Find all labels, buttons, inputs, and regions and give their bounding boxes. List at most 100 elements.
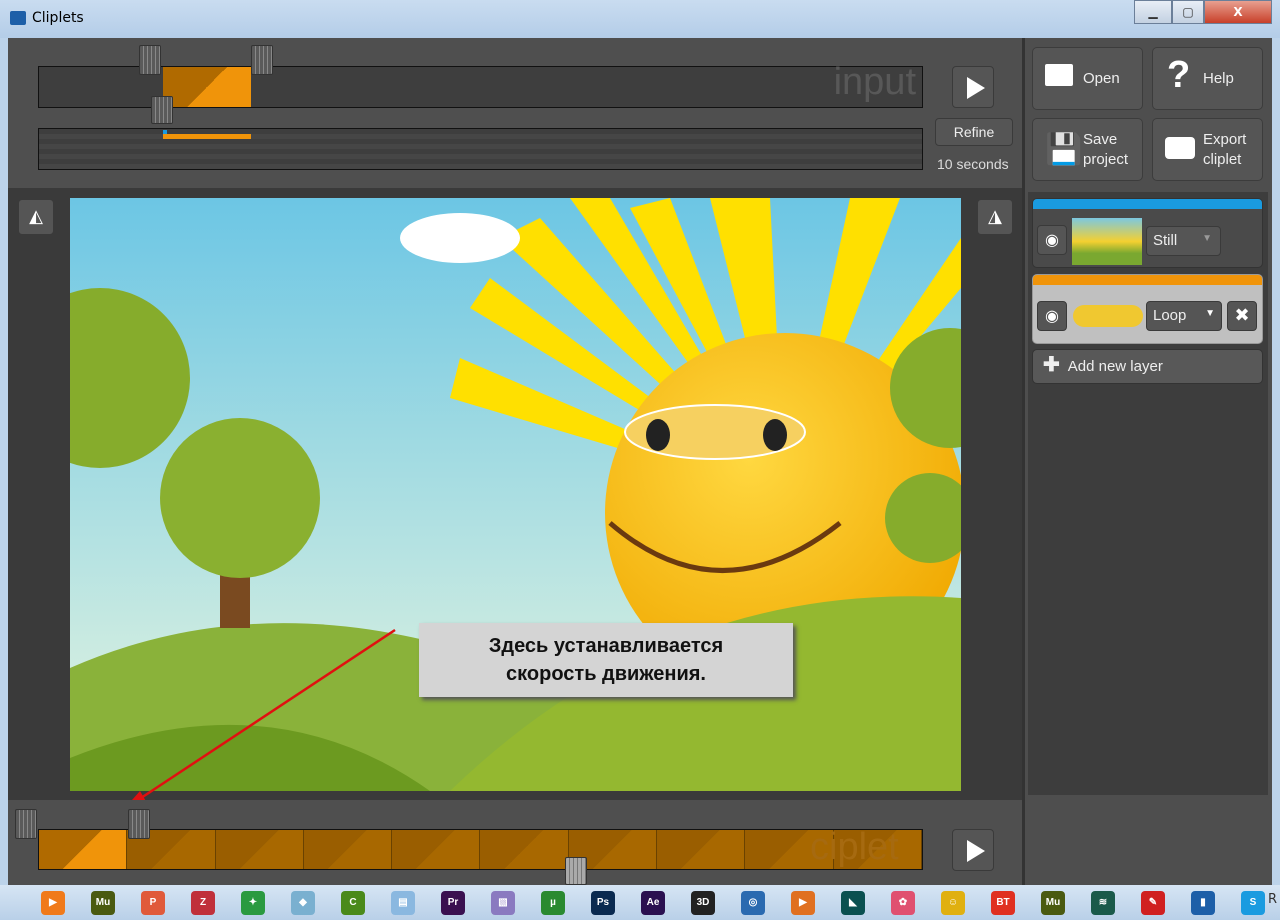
- taskbar-app-button[interactable]: Mu: [1028, 890, 1078, 915]
- save-project-button[interactable]: 💾 Save project: [1032, 118, 1143, 181]
- taskbar-app-button[interactable]: µ: [528, 890, 578, 915]
- taskbar-app-button[interactable]: ✿: [878, 890, 928, 915]
- camera-icon: [1165, 137, 1195, 159]
- layer-loop[interactable]: ◉ Loop ▼ ✖: [1032, 274, 1263, 344]
- taskbar-app-button[interactable]: ▶: [778, 890, 828, 915]
- input-selection[interactable]: [163, 67, 251, 107]
- cliplet-start-handle[interactable]: [15, 809, 37, 839]
- cliplet-play-button[interactable]: [952, 829, 994, 871]
- app-icon: C: [341, 890, 365, 915]
- minimize-button[interactable]: ▁: [1134, 0, 1172, 24]
- cliplet-frame-segment: [215, 830, 304, 869]
- callout-line-2: скорость движения.: [506, 663, 706, 685]
- taskbar-app-button[interactable]: ▧: [478, 890, 528, 915]
- layer-thumbnail: [1072, 218, 1142, 265]
- input-waveform: [38, 128, 923, 170]
- taskbar-app-button[interactable]: ☺: [928, 890, 978, 915]
- window-title: Cliplets: [32, 10, 84, 26]
- layer-thumbnail: [1073, 305, 1143, 327]
- open-label: Open: [1083, 70, 1120, 87]
- taskbar-app-button[interactable]: ◆: [278, 890, 328, 915]
- refine-button[interactable]: Refine: [935, 118, 1013, 146]
- app-icon: ▤: [391, 890, 415, 915]
- rotate-right-button[interactable]: ◮: [977, 199, 1013, 235]
- taskbar-app-button[interactable]: Ps: [578, 890, 628, 915]
- rotate-left-button[interactable]: ◭: [18, 199, 54, 235]
- close-button[interactable]: X: [1204, 0, 1272, 24]
- layer-mode-dropdown[interactable]: Loop ▼: [1146, 301, 1222, 331]
- visibility-toggle[interactable]: ◉: [1037, 225, 1067, 255]
- app-icon: Ps: [591, 890, 615, 915]
- layer-still[interactable]: ◉ Still ▼: [1032, 198, 1263, 268]
- app-icon: ▧: [491, 890, 515, 915]
- taskbar-app-button[interactable]: Ae: [628, 890, 678, 915]
- app-icon: BT: [991, 890, 1015, 915]
- add-new-layer-button[interactable]: ✚ Add new layer: [1032, 349, 1263, 384]
- duration-label: 10 seconds: [937, 156, 1009, 172]
- callout-line-1: Здесь устанавливается: [488, 635, 724, 657]
- taskbar-app-button[interactable]: Z: [178, 890, 228, 915]
- taskbar-app-button[interactable]: Mu: [78, 890, 128, 915]
- taskbar-app-button[interactable]: ▤: [378, 890, 428, 915]
- cliplet-frame-segment: [303, 830, 393, 869]
- folder-icon: [1045, 64, 1073, 86]
- cliplet-frame-segment: [657, 830, 746, 869]
- taskbar-app-button[interactable]: ▶: [28, 890, 78, 915]
- help-button[interactable]: ? Help: [1152, 47, 1263, 110]
- app-icon: ▮: [1191, 890, 1215, 915]
- chevron-down-icon: ▼: [1202, 233, 1212, 244]
- visibility-toggle[interactable]: ◉: [1037, 301, 1067, 331]
- app-icon: [10, 11, 26, 25]
- save-icon: 💾: [1045, 133, 1083, 166]
- layer-color-bar: [1033, 275, 1262, 285]
- layer-mode-dropdown[interactable]: Still ▼: [1146, 226, 1221, 256]
- input-end-handle[interactable]: [251, 45, 273, 75]
- plus-icon: ✚: [1043, 354, 1060, 376]
- app-icon: ◎: [741, 890, 765, 915]
- input-play-button[interactable]: [952, 66, 994, 108]
- delete-layer-button[interactable]: ✖: [1227, 301, 1257, 331]
- taskbar-app-button[interactable]: 3D: [678, 890, 728, 915]
- app-icon: Z: [191, 890, 215, 915]
- app-icon: ✦: [241, 890, 265, 915]
- selection-range: [163, 134, 251, 139]
- question-icon: ?: [1167, 54, 1191, 96]
- cliplet-timeline[interactable]: [38, 829, 923, 870]
- app-icon: ✎: [1141, 890, 1165, 915]
- app-icon: ✿: [891, 890, 915, 915]
- close-icon: ✖: [1234, 305, 1250, 326]
- chevron-down-icon: ▼: [1205, 308, 1215, 319]
- taskbar-app-button[interactable]: Pr: [428, 890, 478, 915]
- rotate-right-icon: ◮: [988, 206, 1002, 227]
- app-icon: Ae: [641, 890, 665, 915]
- input-position-handle[interactable]: [151, 96, 173, 124]
- cliplet-end-handle[interactable]: [128, 809, 150, 839]
- taskbar-app-button[interactable]: ▮: [1178, 890, 1228, 915]
- taskbar-app-button[interactable]: ◎: [728, 890, 778, 915]
- taskbar-app-button[interactable]: ✎: [1128, 890, 1178, 915]
- input-start-handle[interactable]: [139, 45, 161, 75]
- export-cliplet-button[interactable]: Export cliplet: [1152, 118, 1263, 181]
- taskbar-app-button[interactable]: C: [328, 890, 378, 915]
- taskbar-app-button[interactable]: BT: [978, 890, 1028, 915]
- taskbar-app-button[interactable]: ✦: [228, 890, 278, 915]
- cliplet-frame-segment: [39, 830, 128, 869]
- cliplet-frame-segment: [392, 830, 481, 869]
- taskbar-app-button[interactable]: ≋: [1078, 890, 1128, 915]
- app-icon: ☺: [941, 890, 965, 915]
- app-icon: ◆: [291, 890, 315, 915]
- panel-divider: [1022, 38, 1025, 885]
- taskbar-app-button[interactable]: ◣: [828, 890, 878, 915]
- title-bar: Cliplets ▁ ▢ X: [0, 0, 1280, 38]
- open-button[interactable]: Open: [1032, 47, 1143, 110]
- rotate-left-icon: ◭: [29, 206, 43, 227]
- export-label: Export cliplet: [1203, 131, 1247, 168]
- preview-image[interactable]: [70, 198, 961, 791]
- taskbar-app-button[interactable]: P: [128, 890, 178, 915]
- playhead-handle[interactable]: [565, 857, 587, 885]
- maximize-button[interactable]: ▢: [1172, 0, 1204, 24]
- eye-icon: ◉: [1045, 230, 1059, 249]
- app-icon: ≋: [1091, 890, 1115, 915]
- app-icon: ▶: [791, 890, 815, 915]
- taskbar: ▶ Mu P Z ✦ ◆ C ▤ Pr ▧ µ Ps Ae 3D ◎ ▶ ◣ ✿ ☺ BT Mu ≋ ✎ ▮ S: [0, 885, 1280, 920]
